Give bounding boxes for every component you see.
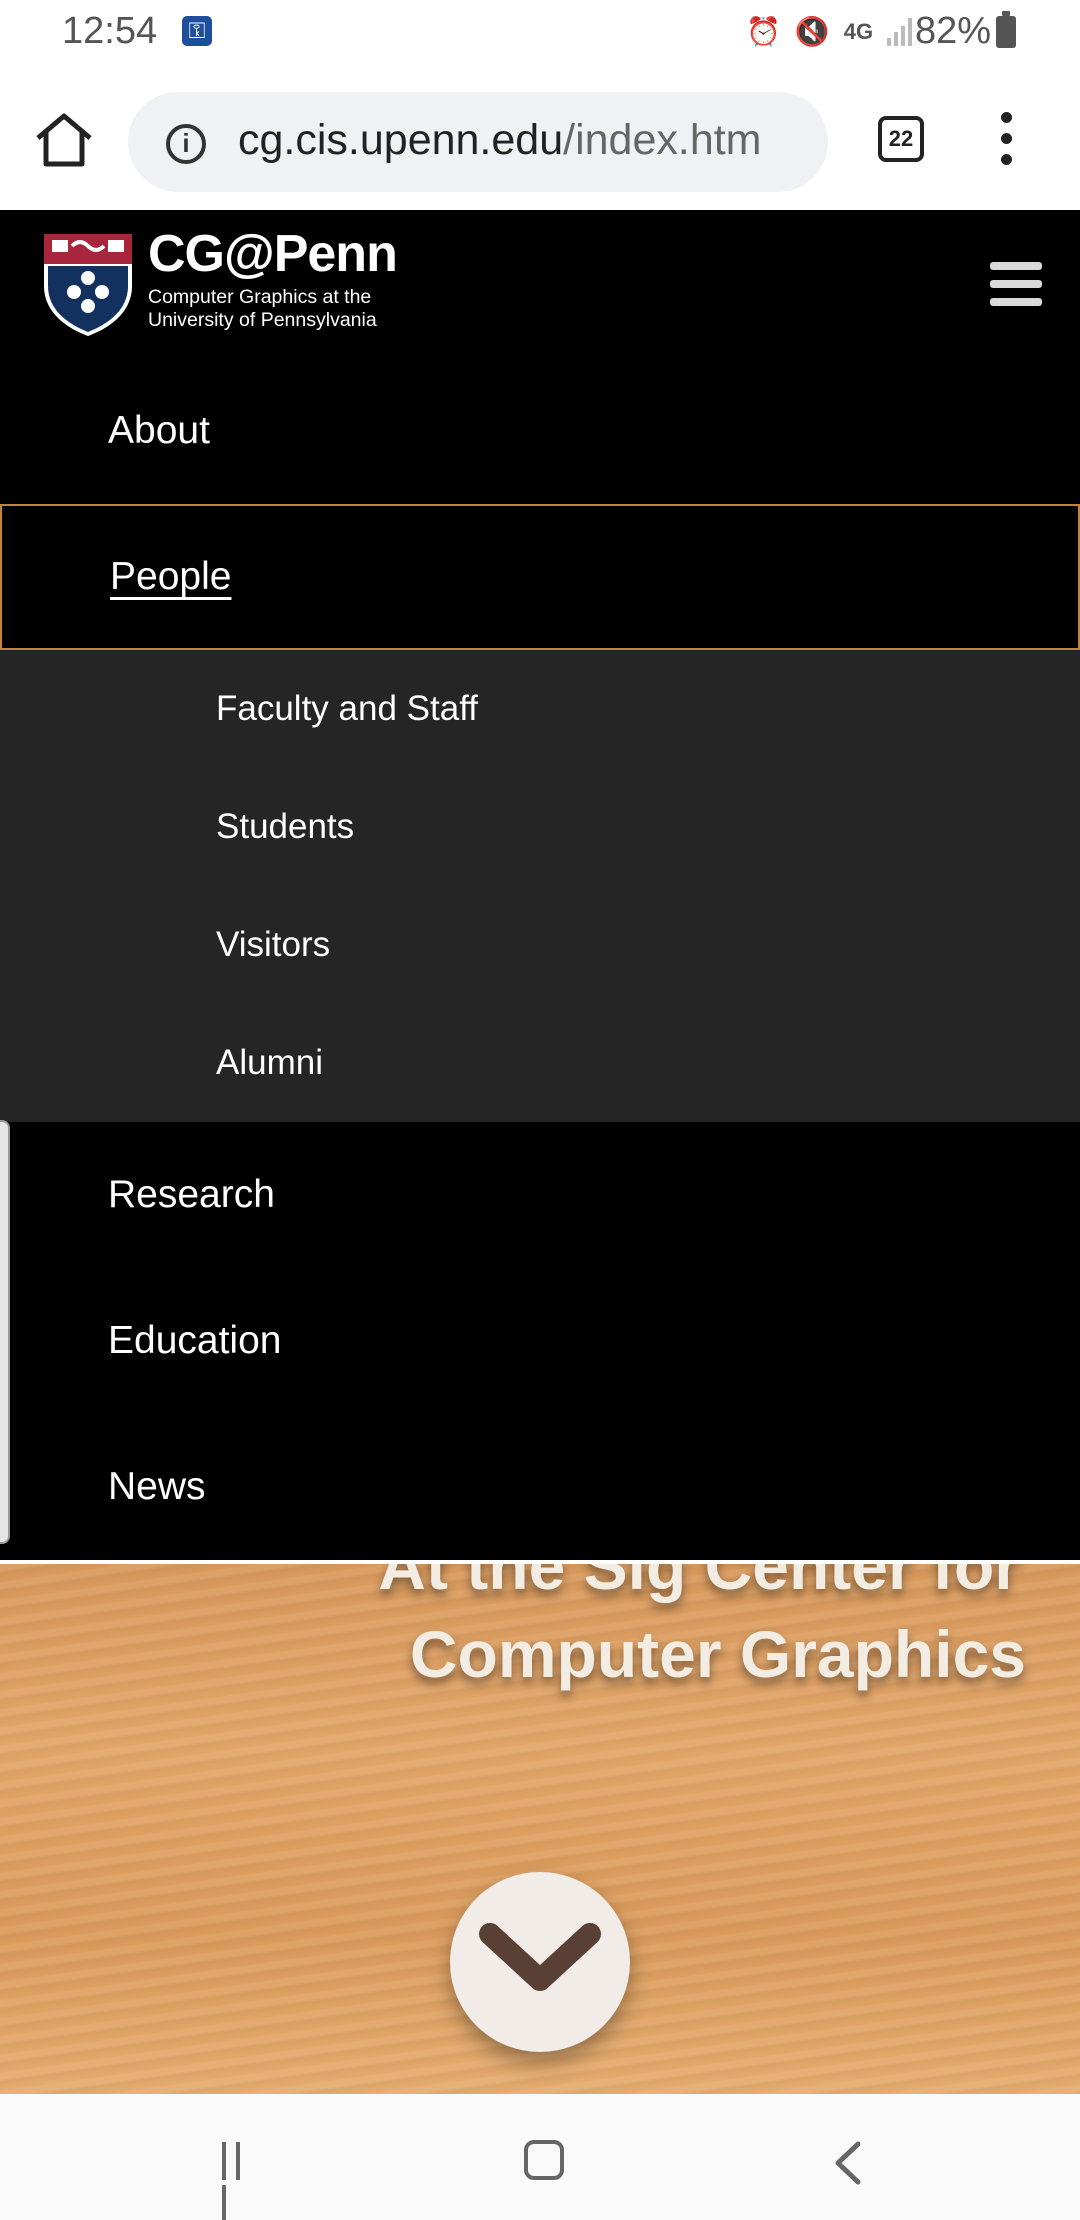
home-icon (36, 113, 92, 167)
browser-menu-button[interactable] (994, 112, 1018, 172)
submenu-item-faculty-and-staff[interactable]: Faculty and Staff (0, 650, 1080, 768)
site-subtitle: Computer Graphics at the University of P… (148, 286, 408, 332)
site-header: CG@Penn Computer Graphics at the Univers… (0, 210, 1080, 358)
edge-panel-handle[interactable] (0, 1120, 10, 1544)
url-bar[interactable]: i cg.cis.upenn.edu/index.htm (128, 92, 828, 192)
main-nav: About People Faculty and Staff Students … (0, 358, 1080, 1560)
site-subtitle-line1: Computer Graphics at the (148, 286, 372, 308)
recent-bar (222, 2142, 226, 2180)
browser-toolbar: i cg.cis.upenn.edu/index.htm 22 (0, 64, 1080, 210)
back-chevron-icon (835, 2141, 861, 2185)
recent-bar (236, 2142, 240, 2180)
back-button[interactable] (828, 2138, 868, 2188)
nav-item-news[interactable]: News (0, 1414, 1080, 1560)
android-home-button[interactable] (524, 2140, 564, 2180)
penn-shield-logo[interactable] (40, 230, 136, 338)
nav-item-people[interactable]: People (0, 504, 1080, 650)
mute-icon: 🔇 (794, 16, 830, 47)
battery-icon (996, 11, 1016, 48)
hamburger-menu-icon[interactable] (990, 262, 1042, 306)
4g-icon: 4G (843, 19, 874, 44)
nav-item-research[interactable]: Research (0, 1122, 1080, 1268)
chevron-down-icon (479, 1923, 601, 1991)
hamburger-bar (990, 262, 1042, 270)
android-nav-bar (0, 2094, 1080, 2220)
submenu-item-students[interactable]: Students (0, 768, 1080, 886)
hero-section: At the Sig Center for Computer Graphics (0, 1564, 1080, 2094)
status-icons: ⏰ 🔇 4G (746, 12, 913, 52)
hamburger-bar (990, 280, 1042, 288)
tab-switcher-button[interactable]: 22 (878, 116, 924, 162)
hero-heading-line2: Computer Graphics (409, 1617, 1026, 1691)
site-subtitle-line2: University of Pennsylvania (148, 309, 377, 331)
signal-icon (887, 18, 913, 46)
menu-dot (1000, 154, 1012, 165)
home-button[interactable] (28, 104, 100, 176)
scroll-down-button[interactable] (450, 1872, 630, 2052)
nav-item-about[interactable]: About (0, 358, 1080, 504)
key-icon: ⚿ (182, 16, 212, 46)
info-icon[interactable]: i (166, 124, 206, 164)
status-time: 12:54 (62, 10, 158, 52)
menu-dot (1000, 112, 1012, 123)
battery-percent: 82% (915, 10, 992, 52)
site-title[interactable]: CG@Penn (148, 224, 398, 284)
submenu-item-visitors[interactable]: Visitors (0, 886, 1080, 1004)
recent-apps-button[interactable] (222, 2142, 262, 2220)
people-submenu: Faculty and Staff Students Visitors Alum… (0, 650, 1080, 1122)
url-path: /index.htm (563, 116, 762, 164)
hamburger-bar (990, 298, 1042, 306)
submenu-item-alumni[interactable]: Alumni (0, 1004, 1080, 1122)
url-host: cg.cis.upenn.edu (238, 116, 564, 164)
menu-dot (1000, 133, 1012, 144)
alarm-icon: ⏰ (746, 16, 781, 47)
nav-item-education[interactable]: Education (0, 1268, 1080, 1414)
url-text[interactable]: cg.cis.upenn.edu/index.htm (238, 116, 818, 165)
status-bar: 12:54 ⚿ ⏰ 🔇 4G 82% (0, 0, 1080, 64)
recent-bar (222, 2185, 226, 2220)
hero-heading-line1: At the Sig Center for (378, 1564, 1020, 1603)
